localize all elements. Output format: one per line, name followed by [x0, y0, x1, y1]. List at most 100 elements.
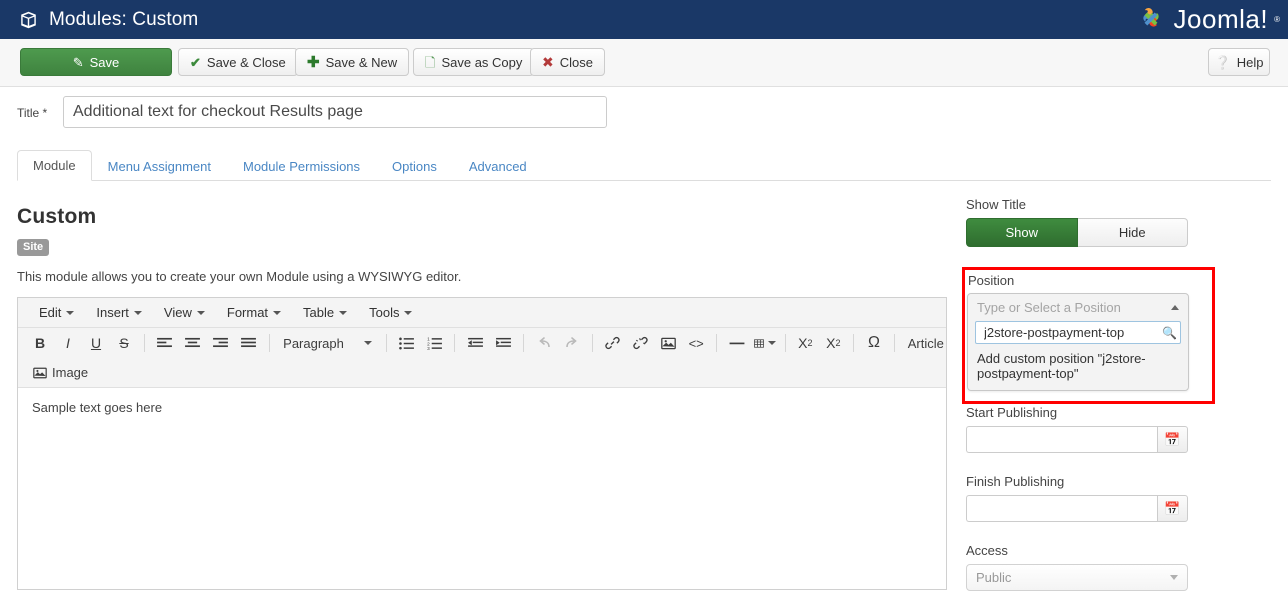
menu-view[interactable]: View	[153, 301, 216, 325]
position-search-box[interactable]: 🔍	[975, 321, 1181, 344]
align-center-icon[interactable]	[179, 330, 207, 356]
special-character-icon[interactable]: Ω	[860, 330, 888, 356]
tab-module-permissions[interactable]: Module Permissions	[227, 150, 376, 181]
tab-advanced[interactable]: Advanced	[453, 150, 543, 181]
undo-icon[interactable]	[530, 330, 558, 356]
show-title-hide-button[interactable]: Hide	[1078, 218, 1189, 247]
pencil-icon: ✎	[73, 56, 84, 69]
align-justify-icon[interactable]	[235, 330, 263, 356]
save-button[interactable]: ✎ Save	[20, 48, 172, 76]
close-button[interactable]: ✖ Close	[530, 48, 605, 76]
wysiwyg-editor: Edit Insert View Format Table Tools B I …	[17, 297, 947, 590]
unlink-icon[interactable]	[626, 330, 654, 356]
show-title-show-button[interactable]: Show	[966, 218, 1078, 247]
action-toolbar: ✎ Save ✔ Save & Close ✚ Save & New 🗋 Sav…	[0, 39, 1288, 87]
menu-view-label: View	[164, 305, 192, 320]
position-combobox: Type or Select a Position 🔍 Add custom p…	[967, 293, 1189, 391]
toolbar-divider	[144, 334, 145, 352]
app-header: Modules: Custom Joomla! ®	[0, 0, 1288, 39]
toolbar-divider	[894, 334, 895, 352]
help-button-label: Help	[1237, 55, 1264, 70]
image-icon[interactable]	[654, 330, 682, 356]
status-badge: Site	[17, 239, 49, 256]
menu-insert[interactable]: Insert	[85, 301, 153, 325]
show-title-toggle: Show Hide	[966, 218, 1188, 247]
tab-menu-assignment[interactable]: Menu Assignment	[92, 150, 227, 181]
position-option-add-custom[interactable]: Add custom position "j2store-postpayment…	[968, 349, 1188, 384]
module-info-pane: Custom Site This module allows you to cr…	[17, 205, 947, 284]
toolbar-divider	[853, 334, 854, 352]
access-select[interactable]: Public	[966, 564, 1188, 591]
search-icon: 🔍	[1162, 326, 1177, 340]
menu-table[interactable]: Table	[292, 301, 358, 325]
toolbar-divider	[454, 334, 455, 352]
format-select[interactable]: Paragraph	[275, 330, 380, 356]
align-left-icon[interactable]	[151, 330, 179, 356]
menu-table-label: Table	[303, 305, 334, 320]
position-placeholder-text: Type or Select a Position	[977, 300, 1121, 315]
position-search-input[interactable]	[982, 324, 1162, 341]
menu-edit[interactable]: Edit	[28, 301, 85, 325]
finish-publishing-calendar-button[interactable]: 📅	[1157, 495, 1188, 522]
table-icon[interactable]	[751, 330, 779, 356]
align-right-icon[interactable]	[207, 330, 235, 356]
save-and-close-button[interactable]: ✔ Save & Close	[178, 48, 298, 76]
superscript-icon[interactable]: X2	[819, 330, 847, 356]
underline-icon[interactable]: U	[82, 330, 110, 356]
show-title-label: Show Title	[966, 197, 1266, 212]
help-button[interactable]: ❔ Help	[1208, 48, 1270, 76]
link-icon[interactable]	[598, 330, 626, 356]
editor-content-text: Sample text goes here	[32, 400, 162, 415]
check-icon: ✔	[190, 56, 201, 69]
outdent-icon[interactable]	[461, 330, 489, 356]
insert-image-button[interactable]: Image	[26, 360, 95, 386]
toolbar-divider	[269, 334, 270, 352]
subscript-icon[interactable]: X2	[791, 330, 819, 356]
chevron-down-icon	[404, 311, 412, 315]
start-publishing-input[interactable]	[966, 426, 1157, 453]
access-select-value: Public	[976, 570, 1011, 585]
strikethrough-icon[interactable]: S	[110, 330, 138, 356]
bullet-list-icon[interactable]	[392, 330, 420, 356]
save-and-new-button[interactable]: ✚ Save & New	[295, 48, 409, 76]
close-button-label: Close	[560, 55, 593, 70]
joomla-mark-icon	[1134, 2, 1168, 36]
start-publishing-calendar-button[interactable]: 📅	[1157, 426, 1188, 453]
svg-text:3: 3	[427, 346, 430, 350]
insert-image-label: Image	[52, 365, 88, 380]
save-button-label: Save	[90, 55, 120, 70]
menu-format[interactable]: Format	[216, 301, 292, 325]
chevron-down-icon	[273, 311, 281, 315]
editor-content-area[interactable]: Sample text goes here	[18, 388, 946, 588]
insert-article-label: Article	[908, 336, 944, 351]
position-combobox-header[interactable]: Type or Select a Position	[968, 294, 1188, 321]
bold-icon[interactable]: B	[26, 330, 54, 356]
redo-icon[interactable]	[558, 330, 586, 356]
position-label: Position	[968, 273, 1014, 288]
access-label: Access	[966, 543, 1188, 558]
source-code-icon[interactable]: <>	[682, 330, 710, 356]
start-publishing-row: 📅	[966, 426, 1188, 453]
position-options-list: Add custom position "j2store-postpayment…	[968, 344, 1188, 390]
numbered-list-icon[interactable]: 123	[420, 330, 448, 356]
finish-publishing-input[interactable]	[966, 495, 1157, 522]
indent-icon[interactable]	[489, 330, 517, 356]
joomla-wordmark: Joomla!	[1174, 4, 1269, 35]
format-select-value: Paragraph	[283, 336, 344, 351]
title-input[interactable]	[63, 96, 607, 128]
finish-publishing-row: 📅	[966, 495, 1188, 522]
access-group: Access Public	[966, 543, 1188, 591]
plus-icon: ✚	[307, 55, 320, 70]
tab-bar: Module Menu Assignment Module Permission…	[17, 150, 1271, 181]
insert-article-button[interactable]: Article	[901, 330, 947, 356]
menu-tools[interactable]: Tools	[358, 301, 423, 325]
horizontal-rule-icon[interactable]	[723, 330, 751, 356]
italic-icon[interactable]: I	[54, 330, 82, 356]
menu-format-label: Format	[227, 305, 268, 320]
tab-module[interactable]: Module	[17, 150, 92, 181]
title-field-row: Title *	[0, 96, 1288, 136]
save-as-copy-button[interactable]: 🗋 Save as Copy	[413, 48, 534, 76]
page-title: Modules: Custom	[49, 9, 198, 31]
chevron-down-icon	[364, 341, 372, 345]
tab-options[interactable]: Options	[376, 150, 453, 181]
